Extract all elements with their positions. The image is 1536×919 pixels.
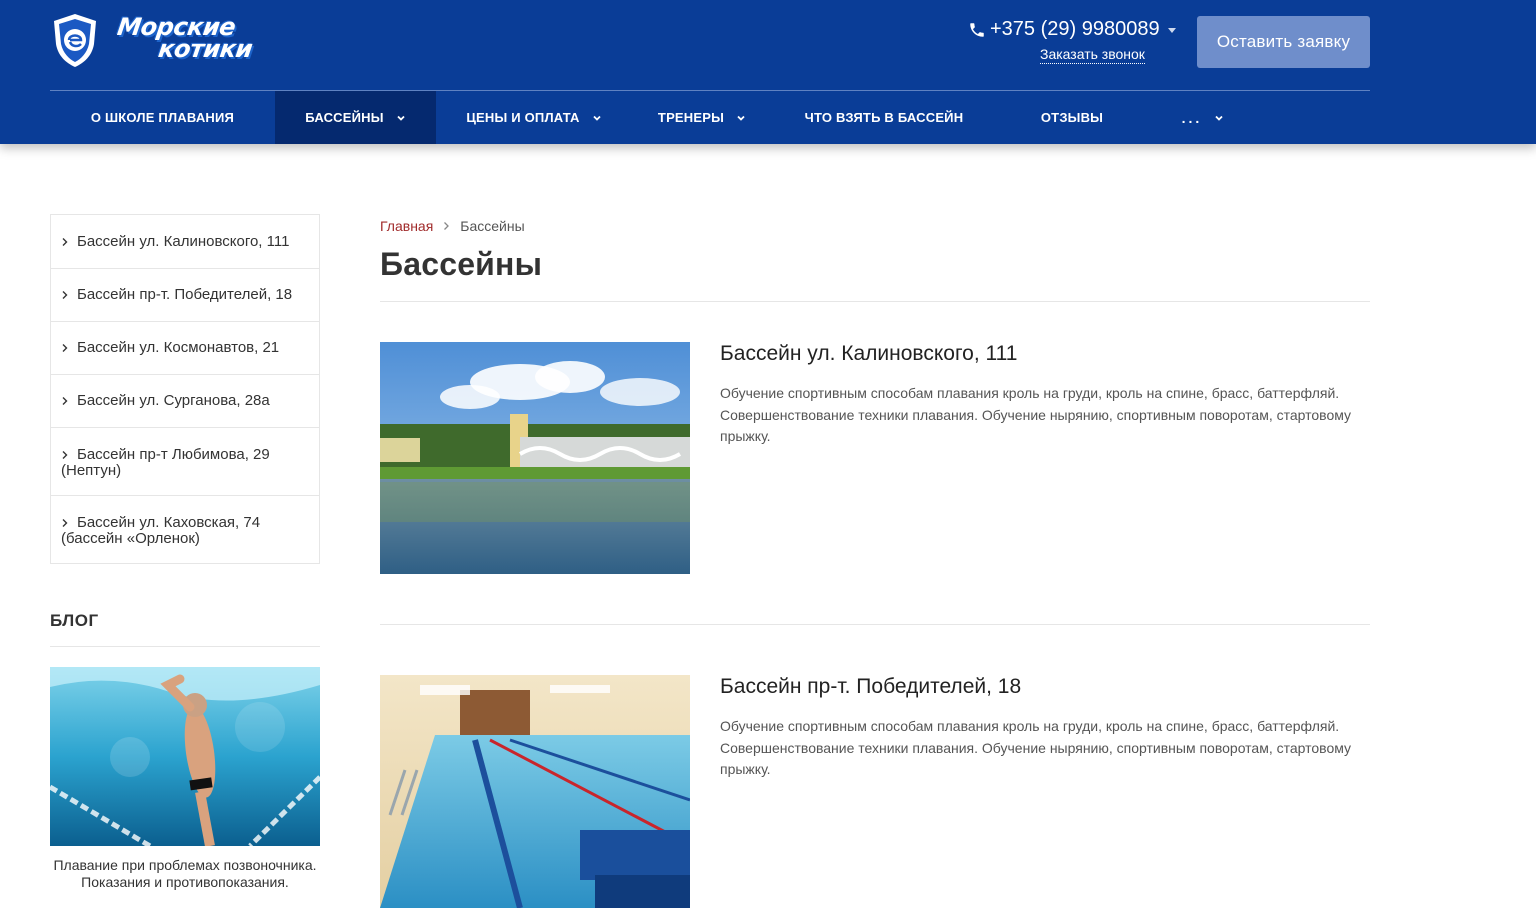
lake-building-photo bbox=[380, 342, 690, 574]
pool-description: Обучение спортивным способам плавания кр… bbox=[720, 718, 1352, 777]
nav-item-more[interactable]: ... bbox=[1148, 91, 1258, 144]
sidebar-item-label: Бассейн ул. Космонавтов, 21 bbox=[77, 339, 280, 356]
phone-block: +375 (29) 9980089 Заказать звонок bbox=[968, 18, 1178, 68]
pool-card: Бассейн ул. Калиновского, 111 Обучение с… bbox=[380, 342, 1370, 574]
nav-item-prices[interactable]: ЦЕНЫ И ОПЛАТА bbox=[436, 91, 632, 144]
phone-number[interactable]: +375 (29) 9980089 bbox=[990, 18, 1160, 41]
card-divider bbox=[380, 624, 1370, 625]
chevron-down-icon bbox=[1215, 115, 1223, 121]
sidebar-item-label: Бассейн пр-т Любимова, 29 (Нептун) bbox=[61, 446, 270, 479]
breadcrumb-current: Бассейны bbox=[460, 218, 525, 234]
chevron-right-icon bbox=[62, 291, 68, 299]
main-nav: О ШКОЛЕ ПЛАВАНИЯ БАССЕЙНЫ ЦЕНЫ И ОПЛАТА … bbox=[50, 91, 1258, 144]
chevron-right-icon bbox=[62, 519, 68, 527]
pool-title[interactable]: Бассейн пр-т. Победителей, 18 bbox=[720, 675, 1021, 699]
chevron-down-icon bbox=[397, 115, 405, 121]
sidebar-item-label: Бассейн ул. Калиновского, 111 bbox=[77, 232, 290, 250]
chevron-right-icon bbox=[444, 222, 450, 230]
chevron-right-icon bbox=[62, 344, 68, 352]
pool-description: Обучение спортивным способам плавания кр… bbox=[720, 385, 1352, 444]
pool-image[interactable] bbox=[380, 342, 690, 574]
nav-item-about[interactable]: О ШКОЛЕ ПЛАВАНИЯ bbox=[50, 91, 275, 144]
sidebar-item-kakhovskaya[interactable]: Бассейн ул. Каховская, 74 (бассейн «Орле… bbox=[51, 495, 319, 563]
logo-wordmark: Морские котики bbox=[115, 13, 255, 63]
nav-label: ... bbox=[1181, 109, 1203, 126]
breadcrumb: Главная Бассейны bbox=[380, 218, 525, 234]
sidebar-item-kosmonavtov[interactable]: Бассейн ул. Космонавтов, 21 bbox=[51, 321, 319, 374]
sidebar-pools-menu: Бассейн ул. Калиновского, 111 Бассейн пр… bbox=[50, 214, 320, 564]
sidebar-item-pobediteley[interactable]: Бассейн пр-т. Победителей, 18 bbox=[51, 268, 319, 321]
site-logo[interactable]: Морские котики bbox=[50, 12, 254, 70]
breadcrumb-home-link[interactable]: Главная bbox=[380, 218, 433, 234]
sidebar-item-label: Бассейн пр-т. Победителей, 18 bbox=[77, 286, 293, 303]
blog-heading: БЛОГ bbox=[50, 611, 99, 630]
pool-image[interactable] bbox=[380, 675, 690, 908]
nav-label: ТРЕНЕРЫ bbox=[657, 110, 725, 125]
blog-post-caption[interactable]: Плавание при проблемах позвоночника. Пок… bbox=[50, 857, 320, 890]
nav-item-coaches[interactable]: ТРЕНЕРЫ bbox=[632, 91, 772, 144]
swimmer-photo bbox=[50, 667, 320, 846]
blog-post-image[interactable] bbox=[50, 667, 320, 846]
indoor-pool-photo bbox=[380, 675, 690, 908]
logo-shield-icon bbox=[54, 14, 96, 67]
sidebar-item-label: Бассейн ул. Каховская, 74 (бассейн «Орле… bbox=[61, 514, 261, 547]
request-button[interactable]: Оставить заявку bbox=[1197, 16, 1370, 68]
chevron-down-icon bbox=[593, 115, 601, 121]
nav-label: О ШКОЛЕ ПЛАВАНИЯ bbox=[90, 110, 235, 125]
sidebar-item-lyubimova[interactable]: Бассейн пр-т Любимова, 29 (Нептун) bbox=[51, 427, 319, 495]
sidebar-item-kalinovskogo[interactable]: Бассейн ул. Калиновского, 111 bbox=[51, 215, 319, 268]
chevron-right-icon bbox=[62, 451, 68, 459]
nav-item-pools[interactable]: БАССЕЙНЫ bbox=[275, 91, 436, 144]
callback-link[interactable]: Заказать звонок bbox=[1040, 46, 1145, 64]
phone-icon bbox=[970, 22, 984, 37]
chevron-right-icon bbox=[62, 237, 68, 246]
phone-dropdown-caret-icon[interactable] bbox=[1167, 28, 1176, 33]
blog-divider bbox=[50, 646, 320, 647]
chevron-down-icon bbox=[737, 115, 745, 121]
nav-label: БАССЕЙНЫ bbox=[305, 110, 384, 125]
pool-title[interactable]: Бассейн ул. Калиновского, 111 bbox=[720, 342, 1017, 366]
pool-card: Бассейн пр-т. Победителей, 18 Обучение с… bbox=[380, 675, 1370, 908]
sidebar-item-surganova[interactable]: Бассейн ул. Сурганова, 28а bbox=[51, 374, 319, 427]
page-title: Бассейны bbox=[380, 246, 543, 282]
sidebar-item-label: Бассейн ул. Сурганова, 28а bbox=[77, 392, 270, 409]
title-divider bbox=[380, 301, 1370, 302]
nav-label: ЦЕНЫ И ОПЛАТА bbox=[466, 110, 580, 125]
nav-item-what-to-bring[interactable]: ЧТО ВЗЯТЬ В БАССЕЙН bbox=[772, 91, 996, 144]
nav-item-reviews[interactable]: ОТЗЫВЫ bbox=[996, 91, 1148, 144]
nav-label: ЧТО ВЗЯТЬ В БАССЕЙН bbox=[804, 110, 964, 125]
phone-row[interactable]: +375 (29) 9980089 bbox=[968, 18, 1178, 41]
nav-label: ОТЗЫВЫ bbox=[1040, 110, 1104, 125]
site-header: Морские котики +375 (29) 9980089 Заказат… bbox=[0, 0, 1536, 144]
chevron-right-icon bbox=[62, 397, 68, 405]
